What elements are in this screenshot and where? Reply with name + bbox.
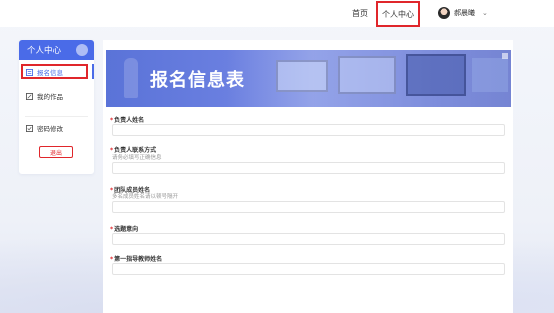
field-label-topic-intent: *选题意向 [110,226,139,233]
required-marker: * [110,117,114,124]
sidebar-item-label: 报名信息 [37,69,63,77]
nav-personal-center-label: 个人中心 [382,9,414,19]
edit-icon [26,124,33,132]
team-members-input[interactable] [112,201,505,213]
page-title: 报名信息表 [150,70,245,91]
sidebar-title: 个人中心 [27,46,62,56]
leader-name-input[interactable] [112,124,505,136]
sidebar: 个人中心 报名信息 我的作品 密码修改 退出 [19,40,94,174]
topic-intent-input[interactable] [112,233,505,245]
banner-monitor-decoration [472,58,508,92]
profile-circle-icon [76,44,88,56]
banner-monitor-decoration [276,60,328,92]
sidebar-header: 个人中心 [19,40,94,60]
sidebar-item-registration-info[interactable]: 报名信息 [19,64,94,80]
banner-corner-icon [502,53,508,59]
field-hint-leader-contact: 请务必填写正确信息 [112,155,162,161]
required-marker: * [110,226,114,233]
avatar [438,7,450,19]
required-marker: * [110,256,114,263]
form-banner: 报名信息表 [106,50,511,107]
sidebar-item-label: 我的作品 [37,93,63,101]
banner-plant-decoration [124,58,138,98]
banner-monitor-decoration [338,56,396,94]
field-hint-team-members: 多名成员姓名请以顿号隔开 [112,194,179,200]
nav-personal-center-link[interactable]: 个人中心 [376,1,420,27]
works-icon [26,92,33,100]
chevron-down-icon: ⌄ [482,9,488,17]
nav-home-link[interactable]: 首页 [352,8,368,19]
user-menu[interactable]: 郝晨曦 ⌄ [438,6,488,20]
form-icon [26,68,33,76]
field-label-leader-name: *负责人姓名 [110,117,145,124]
banner-monitor-decoration [406,54,466,96]
sidebar-item-label: 密码修改 [37,125,63,133]
registration-form-card: 报名信息表 *负责人姓名 *负责人联系方式 请务必填写正确信息 *团队成员姓名 … [103,40,513,313]
sidebar-item-change-password[interactable]: 密码修改 [19,120,94,136]
leader-contact-input[interactable] [112,162,505,174]
logout-button[interactable]: 退出 [39,146,73,158]
field-label-first-advisor: *第一指导教师姓名 [110,256,163,263]
top-nav-bar: 首页 个人中心 郝晨曦 ⌄ [0,0,554,27]
sidebar-item-my-works[interactable]: 我的作品 [19,88,94,104]
user-name: 郝晨曦 [454,9,475,17]
sidebar-divider [25,116,88,117]
first-advisor-input[interactable] [112,263,505,275]
